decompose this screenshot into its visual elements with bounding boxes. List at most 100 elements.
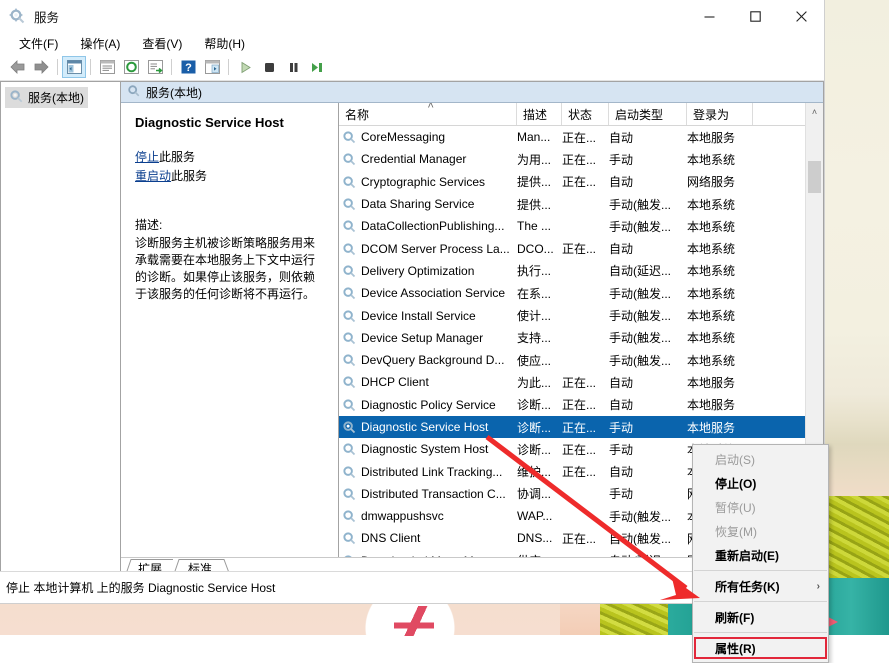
context-menu-item[interactable]: 重新启动(E) bbox=[693, 543, 828, 567]
table-row[interactable]: DHCP Client为此...正在...自动本地服务 bbox=[339, 371, 823, 393]
cell-service-name: Device Association Service bbox=[339, 286, 517, 300]
table-row[interactable]: Credential Manager为用...正在...手动本地系统 bbox=[339, 148, 823, 170]
table-row[interactable]: Device Install Service使计...手动(触发...本地系统 bbox=[339, 304, 823, 326]
cell-description: 诊断... bbox=[517, 419, 562, 436]
table-row[interactable]: Device Setup Manager支持...手动(触发...本地系统 bbox=[339, 327, 823, 349]
status-bar-text: 停止 本地计算机 上的服务 Diagnostic Service Host bbox=[6, 579, 275, 596]
menu-action[interactable]: 操作(A) bbox=[69, 33, 131, 54]
tree-item-label: 服务(本地) bbox=[28, 89, 84, 106]
menu-file[interactable]: 文件(F) bbox=[8, 33, 69, 54]
services-gear-icon bbox=[342, 398, 356, 412]
cell-startup-type: 手动(触发... bbox=[609, 307, 687, 324]
cell-description: WAP... bbox=[517, 509, 562, 523]
maximize-button[interactable] bbox=[732, 0, 778, 32]
cell-startup-type: 手动(触发... bbox=[609, 285, 687, 302]
table-row[interactable]: Delivery Optimization执行...自动(延迟...本地系统 bbox=[339, 260, 823, 282]
help-icon[interactable]: ? bbox=[176, 56, 200, 78]
services-gear-icon bbox=[9, 8, 25, 24]
cell-startup-type: 自动 bbox=[609, 129, 687, 146]
cell-log-on-as: 本地系统 bbox=[687, 218, 753, 235]
service-name-label: Cryptographic Services bbox=[361, 175, 485, 189]
table-row[interactable]: DCOM Server Process La...DCO...正在...自动本地… bbox=[339, 237, 823, 259]
context-menu-item[interactable]: 属性(R) bbox=[693, 636, 828, 660]
restart-service-icon[interactable] bbox=[305, 56, 329, 78]
cell-startup-type: 手动(触发... bbox=[609, 352, 687, 369]
service-name-label: DevQuery Background D... bbox=[361, 353, 504, 367]
restart-link-text: 重启动 bbox=[135, 169, 171, 183]
cell-status: 正在... bbox=[562, 129, 609, 146]
context-menu-item: 启动(S) bbox=[693, 447, 828, 471]
table-row[interactable]: DevQuery Background D...使应...手动(触发...本地系… bbox=[339, 349, 823, 371]
table-row[interactable]: Device Association Service在系...手动(触发...本… bbox=[339, 282, 823, 304]
services-gear-icon bbox=[342, 130, 356, 144]
window-title: 服务 bbox=[34, 7, 59, 26]
column-header-startup-type[interactable]: 启动类型 bbox=[609, 103, 687, 125]
scroll-up-icon[interactable]: ˄ bbox=[806, 103, 823, 120]
cell-service-name: Device Setup Manager bbox=[339, 331, 517, 345]
service-name-label: Data Sharing Service bbox=[361, 197, 474, 211]
column-header-status[interactable]: 状态 bbox=[562, 103, 609, 125]
services-gear-icon bbox=[342, 331, 356, 345]
context-menu-item[interactable]: 停止(O) bbox=[693, 471, 828, 495]
cell-startup-type: 自动(触发... bbox=[609, 530, 687, 547]
close-button[interactable] bbox=[778, 0, 824, 32]
stop-service-icon[interactable] bbox=[257, 56, 281, 78]
column-header-description[interactable]: 描述 bbox=[517, 103, 562, 125]
services-gear-icon bbox=[342, 264, 356, 278]
properties-icon[interactable] bbox=[95, 56, 119, 78]
column-header-name[interactable]: 名称 ˄ bbox=[339, 103, 517, 125]
cell-startup-type: 自动 bbox=[609, 240, 687, 257]
forward-arrow-icon[interactable] bbox=[29, 56, 53, 78]
back-arrow-icon[interactable] bbox=[5, 56, 29, 78]
column-header-log-on-as[interactable]: 登录为 bbox=[687, 103, 753, 125]
cell-service-name: CoreMessaging bbox=[339, 130, 517, 144]
show-hide-tree-icon[interactable] bbox=[62, 56, 86, 78]
service-name-label: Delivery Optimization bbox=[361, 264, 474, 278]
restart-link-suffix: 此服务 bbox=[171, 169, 207, 183]
cell-service-name: Distributed Transaction C... bbox=[339, 487, 517, 501]
table-row[interactable]: Diagnostic Policy Service诊断...正在...自动本地服… bbox=[339, 394, 823, 416]
tree-item-services-local[interactable]: 服务(本地) bbox=[5, 87, 88, 108]
minimize-button[interactable] bbox=[686, 0, 732, 32]
context-menu-item[interactable]: 所有任务(K)› bbox=[693, 574, 828, 598]
table-row-selected[interactable]: Diagnostic Service Host诊断...正在...手动本地服务 bbox=[339, 416, 823, 438]
cell-startup-type: 手动(触发... bbox=[609, 218, 687, 235]
export-list-icon[interactable] bbox=[143, 56, 167, 78]
cell-status: 正在... bbox=[562, 374, 609, 391]
cell-service-name: Device Install Service bbox=[339, 309, 517, 323]
context-menu-item[interactable]: 刷新(F) bbox=[693, 605, 828, 629]
services-gear-icon bbox=[127, 84, 140, 100]
cell-log-on-as: 本地服务 bbox=[687, 374, 753, 391]
menu-help[interactable]: 帮助(H) bbox=[193, 33, 256, 54]
sort-indicator-icon: ˄ bbox=[428, 103, 434, 112]
cell-startup-type: 手动(触发... bbox=[609, 329, 687, 346]
title-bar: 服务 bbox=[0, 0, 824, 32]
cell-log-on-as: 本地服务 bbox=[687, 396, 753, 413]
cell-description: 诊断... bbox=[517, 441, 562, 458]
cell-status: 正在... bbox=[562, 240, 609, 257]
detail-service-name: Diagnostic Service Host bbox=[135, 115, 326, 130]
table-row[interactable]: Cryptographic Services提供...正在...自动网络服务 bbox=[339, 171, 823, 193]
menu-view[interactable]: 查看(V) bbox=[131, 33, 193, 54]
window-controls bbox=[686, 0, 824, 32]
services-gear-icon bbox=[342, 442, 356, 456]
start-service-icon[interactable] bbox=[233, 56, 257, 78]
services-gear-icon bbox=[342, 509, 356, 523]
table-row[interactable]: DataCollectionPublishing...The ...手动(触发.… bbox=[339, 215, 823, 237]
stop-service-link[interactable]: 停止此服务 bbox=[135, 148, 326, 167]
table-row[interactable]: Data Sharing Service提供...手动(触发...本地系统 bbox=[339, 193, 823, 215]
context-menu-item-label: 暂停(U) bbox=[715, 499, 756, 516]
show-console-tree-icon[interactable] bbox=[200, 56, 224, 78]
scrollbar-thumb[interactable] bbox=[808, 161, 821, 193]
cell-status: 正在... bbox=[562, 151, 609, 168]
cell-log-on-as: 本地系统 bbox=[687, 352, 753, 369]
cell-service-name: Delivery Optimization bbox=[339, 264, 517, 278]
cell-description: 提供... bbox=[517, 173, 562, 190]
restart-service-link[interactable]: 重启动此服务 bbox=[135, 167, 326, 186]
refresh-icon[interactable] bbox=[119, 56, 143, 78]
table-row[interactable]: CoreMessagingMan...正在...自动本地服务 bbox=[339, 126, 823, 148]
cell-service-name: Diagnostic Service Host bbox=[339, 420, 517, 434]
cell-service-name: Diagnostic System Host bbox=[339, 442, 517, 456]
pause-service-icon[interactable] bbox=[281, 56, 305, 78]
service-name-label: Distributed Transaction C... bbox=[361, 487, 506, 501]
